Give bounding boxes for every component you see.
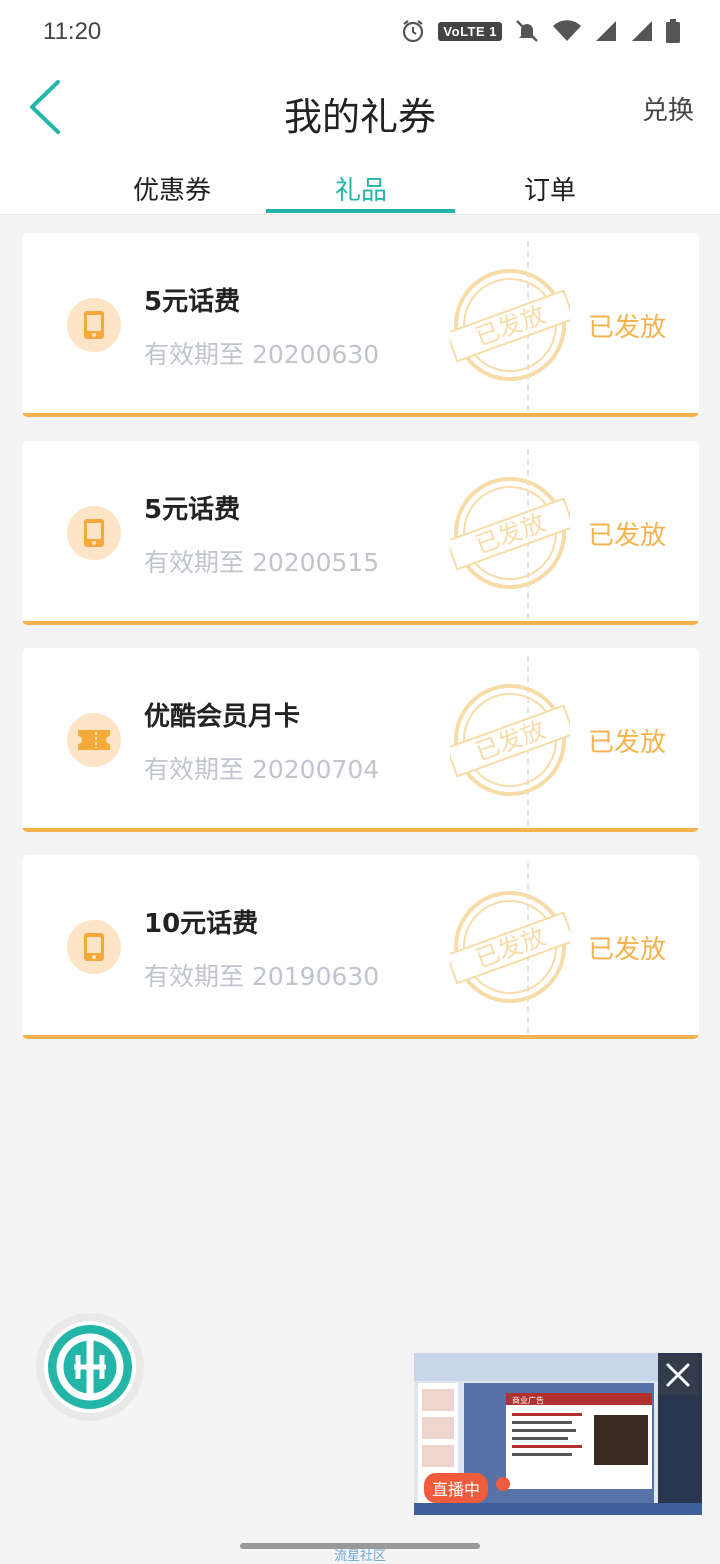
card-icon <box>67 298 121 352</box>
live-dot <box>496 1477 510 1491</box>
wifi-icon <box>553 20 581 41</box>
stamp-text: 已发放 <box>472 922 549 973</box>
close-icon <box>666 1363 690 1387</box>
signal-icon <box>632 21 652 41</box>
card-title: 优酷会员月卡 <box>144 702 301 732</box>
floating-logo-inner <box>44 1321 136 1413</box>
live-close-button[interactable] <box>658 1355 698 1395</box>
card-accent-line <box>22 1035 699 1039</box>
card-title: 10元话费 <box>144 909 259 939</box>
stamp-text: 已发放 <box>472 508 549 559</box>
battery-icon <box>666 19 680 43</box>
status-time: 11:20 <box>43 18 102 45</box>
phone-icon <box>84 933 104 961</box>
card-accent-line <box>22 828 699 832</box>
card-expiry: 有效期至 20200630 <box>144 340 380 369</box>
phone-icon <box>84 311 104 339</box>
card-icon <box>67 506 121 560</box>
card-expiry: 有效期至 20200515 <box>144 548 380 577</box>
floating-logo-button[interactable] <box>36 1313 144 1421</box>
phone-icon <box>84 519 104 547</box>
alarm-icon <box>403 20 424 43</box>
live-stream-window[interactable]: 商业广告 直播中 <box>414 1353 702 1515</box>
card-icon <box>67 713 121 767</box>
gift-card[interactable]: 5元话费 有效期至 20200630 已发放 已发放 <box>22 233 699 417</box>
stamp-text: 已发放 <box>472 300 549 351</box>
card-title: 5元话费 <box>144 287 241 317</box>
card-expiry: 有效期至 20200704 <box>144 755 380 784</box>
bank-logo-icon <box>48 1325 132 1409</box>
tab-gifts[interactable]: 礼品 <box>266 170 456 207</box>
card-status: 已发放 <box>588 521 667 551</box>
volte-badge: VoLTE 1 <box>438 21 502 41</box>
card-title: 5元话费 <box>144 495 241 525</box>
gift-card[interactable]: 5元话费 有效期至 20200515 已发放 已发放 <box>22 441 699 625</box>
tab-coupons[interactable]: 优惠券 <box>77 170 267 207</box>
watermark: 流星社区 <box>334 1549 387 1564</box>
mute-bell-icon <box>516 20 538 42</box>
status-icons: VoLTE 1 <box>400 18 680 44</box>
redeem-button[interactable]: 兑换 <box>642 90 694 127</box>
tab-active-indicator <box>266 209 455 213</box>
card-expiry: 有效期至 20190630 <box>144 962 380 991</box>
signal-icon <box>596 21 616 41</box>
tab-bar: 优惠券 礼品 订单 <box>0 156 720 215</box>
ticket-icon <box>78 730 110 750</box>
issued-stamp: 已发放 <box>450 269 570 381</box>
header: 我的礼券 兑换 <box>0 64 720 156</box>
stamp-text: 已发放 <box>472 715 549 766</box>
page-title: 我的礼券 <box>283 95 436 139</box>
issued-stamp: 已发放 <box>450 891 570 1003</box>
live-slide-heading: 商业广告 <box>512 1395 544 1405</box>
gift-card[interactable]: 优酷会员月卡 有效期至 20200704 已发放 已发放 <box>22 648 699 832</box>
card-status: 已发放 <box>588 935 667 965</box>
card-icon <box>67 920 121 974</box>
card-accent-line <box>22 621 699 625</box>
status-bar: 11:20 VoLTE 1 <box>0 0 720 64</box>
tab-orders[interactable]: 订单 <box>455 170 645 207</box>
live-badge: 直播中 <box>424 1473 489 1503</box>
card-status: 已发放 <box>588 728 667 758</box>
gift-card[interactable]: 10元话费 有效期至 20190630 已发放 已发放 <box>22 855 699 1039</box>
issued-stamp: 已发放 <box>450 684 570 796</box>
card-status: 已发放 <box>588 313 667 343</box>
issued-stamp: 已发放 <box>450 477 570 589</box>
card-accent-line <box>22 413 699 417</box>
